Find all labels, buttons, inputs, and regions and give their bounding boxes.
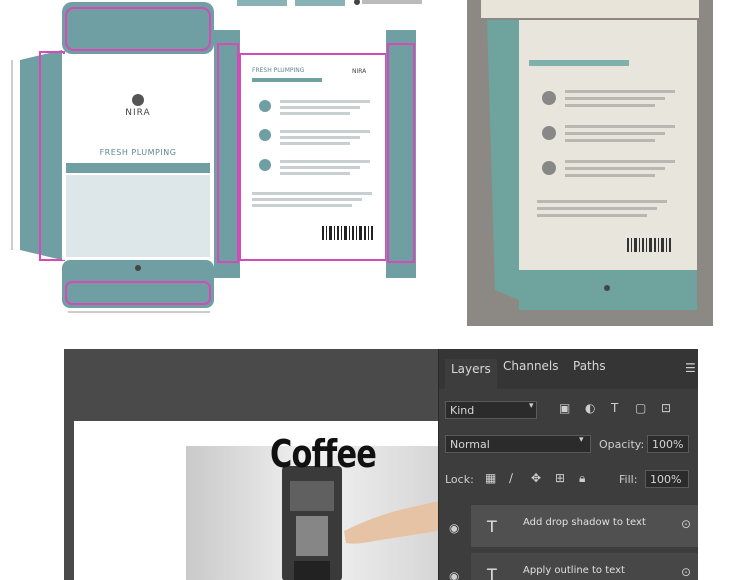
layer-effects-icon: ⊙: [681, 517, 692, 531]
filter-smart-icon[interactable]: ⊡: [661, 401, 671, 415]
photoshop-window: Layers Channels Paths ☰ Kind ▾ ▣ ◐ T ▢ ⊡…: [64, 349, 698, 580]
chevron-down-icon: ▾: [529, 401, 534, 411]
layer-name: Add drop shadow to text: [523, 517, 646, 528]
front-brand: NIRA: [125, 108, 151, 118]
front-lower-pattern: [66, 175, 210, 257]
lock-transparent-icon[interactable]: ▦: [485, 471, 496, 485]
top-tag-2: [295, 0, 345, 6]
brand-logo-mark: [132, 94, 144, 106]
lock-artboard-icon[interactable]: ⊞: [555, 471, 565, 485]
back-brand: NIRA: [352, 68, 367, 75]
top-text-line: [362, 0, 422, 4]
back-title-band: [252, 78, 322, 82]
opacity-input[interactable]: 100%: [647, 435, 689, 453]
tab-channels[interactable]: Channels: [503, 359, 559, 373]
tab-paths[interactable]: Paths: [573, 359, 606, 373]
box-photo: [467, 0, 713, 326]
visibility-eye-icon[interactable]: ◉: [449, 521, 459, 535]
text-layer-icon: T: [487, 517, 497, 536]
top-flap: [62, 2, 214, 54]
right-side-flap: [386, 30, 416, 278]
layers-panel: Layers Channels Paths ☰ Kind ▾ ▣ ◐ T ▢ ⊡…: [438, 349, 698, 580]
lock-label: Lock:: [445, 473, 474, 486]
layer-name: Apply outline to text: [523, 565, 625, 576]
front-band: [66, 163, 210, 173]
layer-row[interactable]: T Add drop shadow to text ⊙: [471, 505, 698, 547]
front-product-title: FRESH PLUMPING: [99, 148, 177, 157]
panel-menu-icon[interactable]: ☰: [685, 361, 696, 375]
filter-pixel-icon[interactable]: ▣: [559, 401, 570, 415]
fill-input[interactable]: 100%: [645, 470, 689, 488]
canvas-coffee-text[interactable]: Coffee: [270, 432, 377, 476]
coffee-machine-image: [186, 446, 438, 580]
lock-all-icon[interactable]: 🔒︎: [579, 471, 585, 486]
box-photo-drawing: [467, 0, 713, 326]
opacity-label: Opacity:: [599, 438, 645, 451]
fill-label: Fill:: [619, 473, 638, 486]
layer-effects-icon: ⊙: [681, 565, 692, 579]
lock-move-icon[interactable]: ✥: [531, 471, 541, 485]
top-tag-1: [237, 0, 287, 6]
filter-type-icon[interactable]: T: [611, 401, 618, 415]
filter-adjust-icon[interactable]: ◐: [585, 401, 595, 415]
panel-tabs: Layers Channels Paths ☰: [439, 349, 698, 389]
dieline-drawing: [11, 0, 422, 313]
tab-layers[interactable]: Layers: [445, 359, 497, 389]
blend-mode-select[interactable]: Normal: [445, 435, 591, 453]
chevron-down-icon: ▾: [579, 435, 584, 445]
top-dot: [354, 0, 360, 5]
visibility-eye-icon[interactable]: ◉: [449, 569, 459, 580]
lock-brush-icon[interactable]: ∕: [509, 471, 513, 485]
filter-shape-icon[interactable]: ▢: [635, 401, 646, 415]
filter-kind-select[interactable]: Kind: [445, 401, 537, 419]
text-layer-icon: T: [487, 565, 497, 580]
bottom-logo: [135, 265, 141, 271]
packaging-dieline: NIRA FRESH PLUMPING FRESH PLUMPING NIRA: [0, 0, 460, 340]
back-product-title: FRESH PLUMPING: [252, 67, 305, 74]
document-canvas[interactable]: [74, 421, 438, 580]
layer-row[interactable]: T Apply outline to text ⊙: [471, 553, 698, 580]
